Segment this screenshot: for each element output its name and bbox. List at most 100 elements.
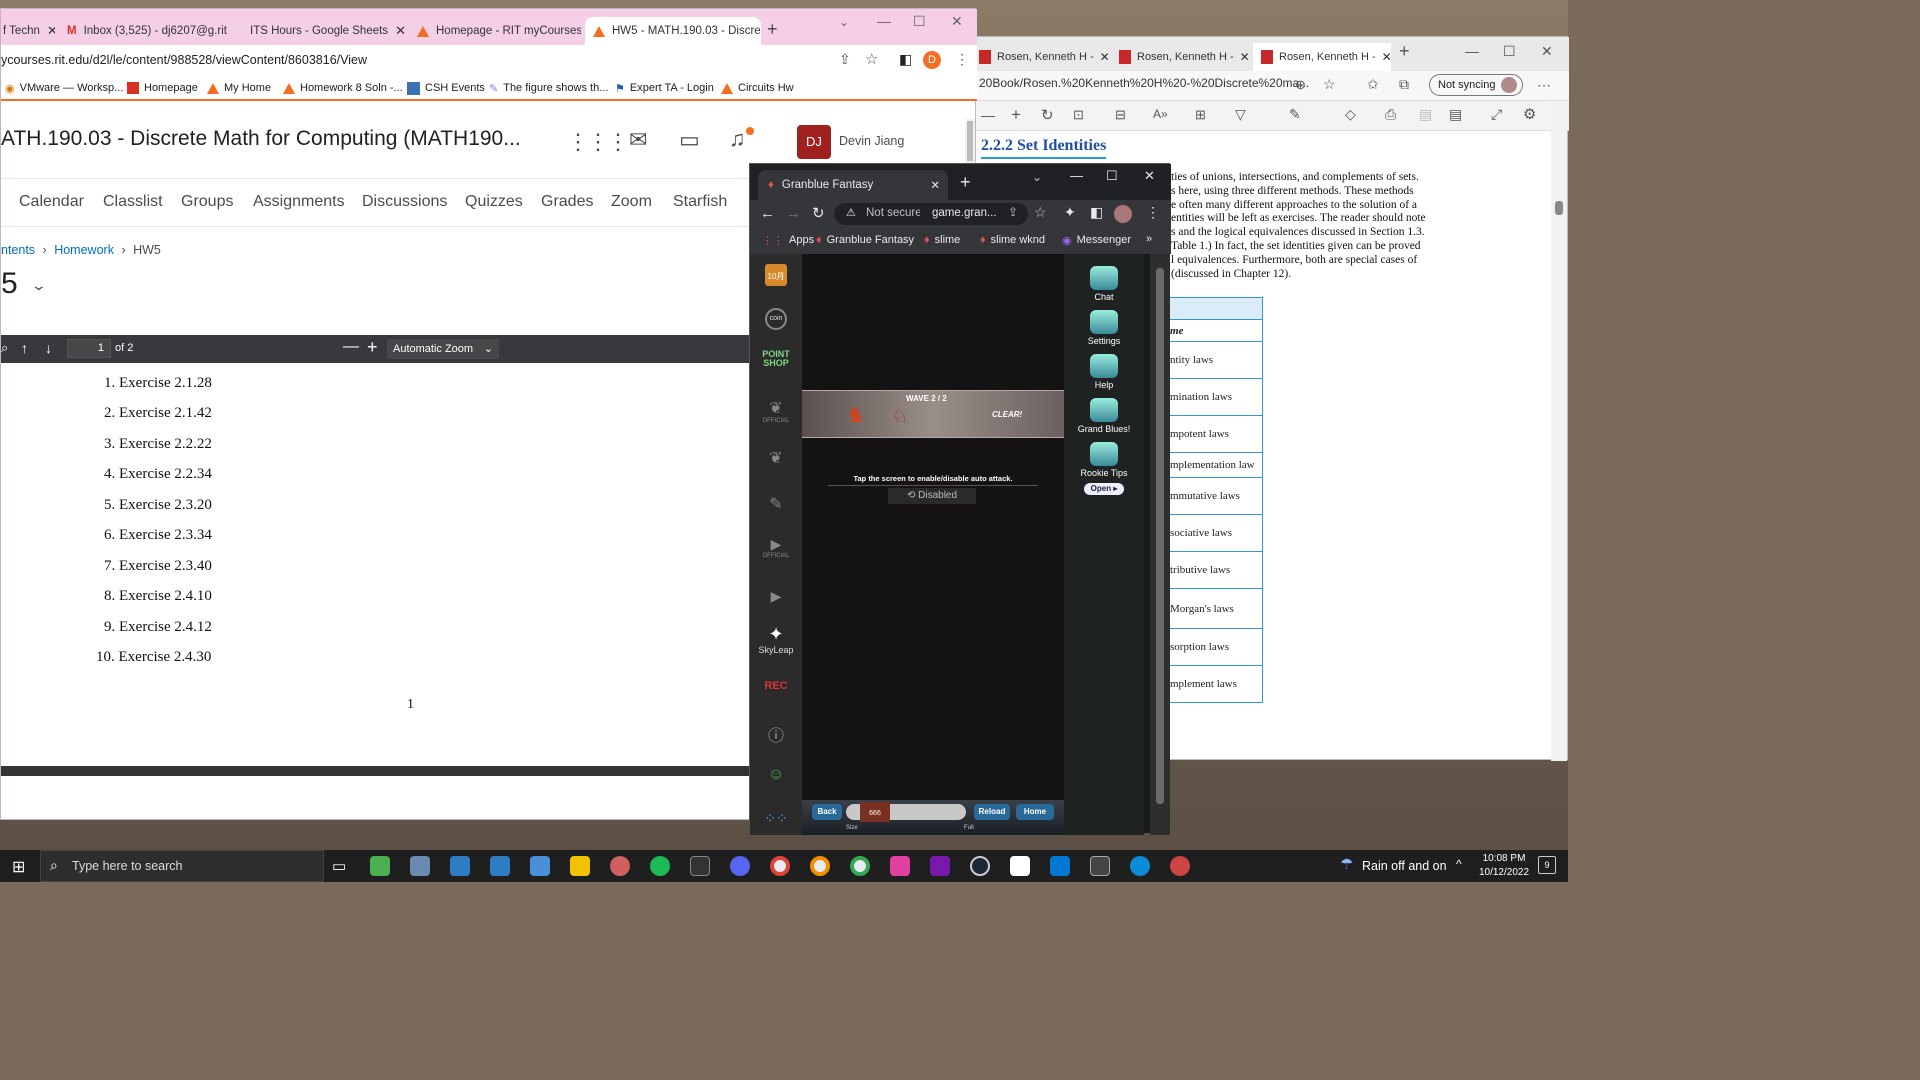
menu-grid-icon[interactable]: ⁘⁘ <box>750 810 802 827</box>
notifications-button[interactable]: 9 <box>1538 856 1556 874</box>
bookmark[interactable]: ♦ Granblue Fantasy <box>816 234 914 246</box>
read-aloud-icon[interactable]: A» <box>1153 107 1168 121</box>
minimize-button[interactable]: — <box>1465 43 1479 59</box>
close-icon[interactable]: ✕ <box>1240 50 1249 64</box>
nav-starfish[interactable]: Starfish <box>673 193 727 211</box>
close-icon[interactable]: ✕ <box>1382 50 1391 64</box>
zoom-in-icon[interactable]: + <box>1011 105 1021 125</box>
profile-avatar[interactable]: D <box>923 51 941 69</box>
open-button[interactable]: Open ▸ <box>1084 483 1124 495</box>
more-icon[interactable]: ⋯ <box>1537 77 1551 94</box>
calendar-app-icon[interactable] <box>530 856 550 876</box>
save-icon[interactable]: ▤ <box>1419 106 1432 123</box>
close-window-button[interactable]: ✕ <box>951 13 963 30</box>
fullscreen-icon[interactable]: ⤢ <box>1491 106 1502 123</box>
share-icon[interactable]: ⇪ <box>839 51 851 68</box>
home-button[interactable]: Home <box>1016 804 1054 820</box>
bookmark[interactable]: Homework 8 Soln -... <box>283 79 403 97</box>
info-icon[interactable]: ⓘ <box>750 722 802 746</box>
chrome-icon[interactable] <box>770 856 790 876</box>
minimize-button[interactable]: — <box>1070 168 1083 183</box>
print-icon[interactable]: ⎙ <box>1385 106 1396 123</box>
zoom-out-icon[interactable]: — <box>981 107 995 123</box>
minimize-button[interactable]: — <box>877 13 891 29</box>
close-icon[interactable]: ✕ <box>1100 50 1109 64</box>
side-panel-icon[interactable]: ◧ <box>1090 204 1103 221</box>
bookmark[interactable]: ✎ The figure shows th... <box>489 79 608 97</box>
forward-icon[interactable]: → <box>786 205 801 222</box>
chevron-down-icon[interactable]: ⌄ <box>31 277 47 294</box>
bookmark[interactable]: Circuits Hw <box>721 79 794 97</box>
bookmark[interactable]: Homepage <box>127 79 198 97</box>
calculator-icon[interactable] <box>490 856 510 876</box>
notepad-icon[interactable] <box>370 856 390 876</box>
user-name[interactable]: Devin Jiang <box>839 134 904 148</box>
rookie-tips-button[interactable]: Rookie Tips <box>1074 442 1134 478</box>
nav-classlist[interactable]: Classlist <box>103 193 163 211</box>
twitter-icon[interactable]: ❦ <box>750 448 802 468</box>
close-icon[interactable]: ✕ <box>395 23 405 39</box>
edit-icon[interactable]: ✎ <box>750 494 802 514</box>
collections-icon[interactable]: ⧉ <box>1399 76 1409 93</box>
app-icon[interactable] <box>610 856 630 876</box>
file-explorer-icon[interactable] <box>570 856 590 876</box>
next-page-icon[interactable]: ↓ <box>45 340 52 356</box>
tab[interactable]: f Techn ✕ <box>1 17 55 45</box>
tab-active[interactable]: ♦ Granblue Fantasy ✕ <box>758 170 948 200</box>
tab-search-icon[interactable]: ⌄ <box>839 15 849 29</box>
previous-page-icon[interactable]: ↑ <box>21 340 28 356</box>
bookmark[interactable]: ⚑ Expert TA - Login <box>615 79 714 97</box>
reload-icon[interactable]: ↻ <box>812 204 825 222</box>
chrome-icon[interactable] <box>810 856 830 876</box>
bookmark-star-icon[interactable]: ☆ <box>865 50 878 68</box>
back-button[interactable]: Back <box>812 804 842 820</box>
favorites-icon[interactable]: ✩ <box>1367 76 1379 93</box>
omnibox[interactable] <box>834 203 1028 225</box>
coin-icon[interactable]: coin <box>750 308 802 330</box>
twitter-official-icon[interactable]: ❦ OFFICIAL <box>750 398 802 424</box>
profile-avatar[interactable] <box>1114 205 1132 223</box>
more-bookmarks-icon[interactable]: » <box>1146 233 1152 245</box>
steam-icon[interactable] <box>970 856 990 876</box>
new-tab-button[interactable]: + <box>767 19 778 40</box>
edge-tab[interactable]: Rosen, Kenneth H - ✕ <box>971 43 1109 71</box>
fit-icon[interactable]: ⊡ <box>1073 107 1084 123</box>
snipping-icon[interactable] <box>410 856 430 876</box>
account-icon[interactable]: ☺ <box>750 766 802 784</box>
settings-button[interactable]: Settings <box>1074 310 1134 346</box>
youtube-official-icon[interactable]: ▶ OFFICIAL <box>750 536 802 559</box>
bookmark[interactable]: My Home <box>207 79 271 97</box>
bookmark[interactable]: ◉ Messenger <box>1062 234 1131 247</box>
nav-calendar[interactable]: Calendar <box>19 193 84 211</box>
breadcrumb-content[interactable]: ntents <box>1 243 35 257</box>
search-icon[interactable]: ⌕ <box>1 340 8 356</box>
weather-icon[interactable]: ☂ <box>1340 855 1353 873</box>
zoom-icon[interactable]: ⊕ <box>1295 77 1306 93</box>
reload-button[interactable]: Reload <box>974 804 1010 820</box>
nav-assignments[interactable]: Assignments <box>253 193 345 211</box>
maximize-button[interactable]: ☐ <box>1106 168 1118 184</box>
favorite-icon[interactable]: ☆ <box>1323 76 1336 93</box>
avatar[interactable]: DJ <box>797 125 831 159</box>
back-icon[interactable]: ← <box>760 205 775 222</box>
save-as-icon[interactable]: ▤ <box>1449 106 1462 123</box>
youtube-icon[interactable]: ▶ <box>750 588 802 605</box>
nav-quizzes[interactable]: Quizzes <box>465 193 523 211</box>
spotify-icon[interactable] <box>650 856 670 876</box>
skyleap-button[interactable]: ✦ SkyLeap <box>750 624 802 655</box>
chevron-up-icon[interactable]: ^ <box>1456 857 1462 871</box>
weather-text[interactable]: Rain off and on <box>1362 859 1447 873</box>
bell-icon[interactable]: ♫ <box>729 126 746 152</box>
close-icon[interactable]: ✕ <box>47 23 55 39</box>
bookmark[interactable]: CSH Events <box>407 79 485 97</box>
bookmark[interactable]: ♦ slime <box>924 234 960 246</box>
page-number-input[interactable]: 1 <box>67 339 111 358</box>
settings-icon[interactable]: ⚙ <box>1523 105 1536 123</box>
tab[interactable]: MInbox (3,525) - dj6207@g.rit✕ <box>59 17 231 45</box>
course-title[interactable]: ATH.190.03 - Discrete Math for Computing… <box>1 127 521 151</box>
edge-tab[interactable]: Rosen, Kenneth H - ✕ <box>1111 43 1249 71</box>
tab-active[interactable]: HW5 - MATH.190.03 - Discre✕ <box>585 17 761 45</box>
mail-icon[interactable]: ✉ <box>629 127 647 153</box>
app-icon[interactable] <box>1090 856 1110 876</box>
start-button[interactable]: ⊞ <box>12 857 25 877</box>
